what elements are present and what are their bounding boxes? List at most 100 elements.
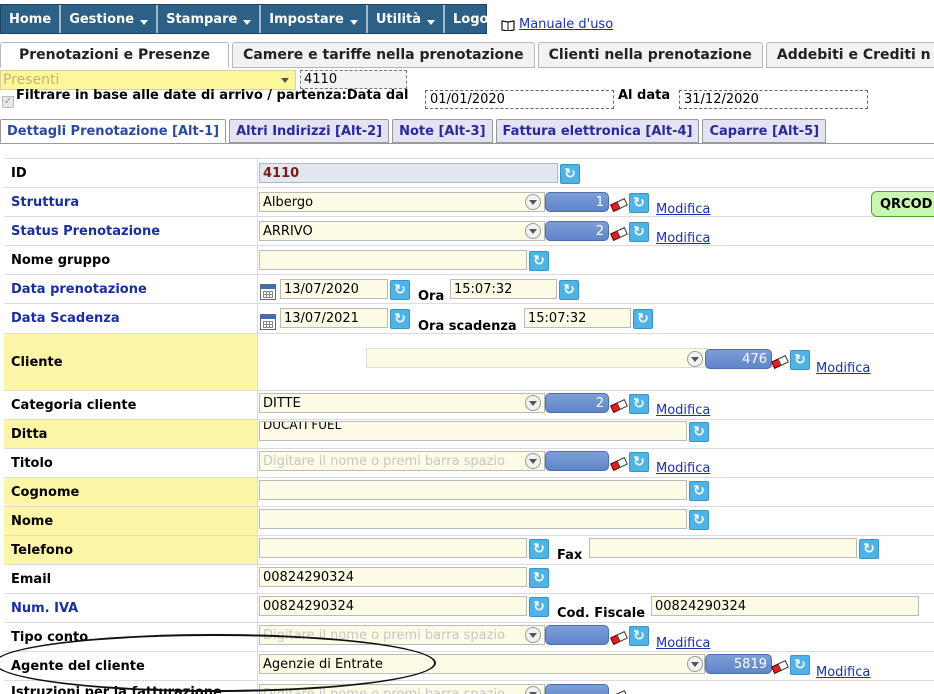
refresh-icon[interactable]: ↻ — [689, 510, 709, 530]
cliente-modify-link[interactable]: Modifica — [816, 361, 870, 376]
eraser-icon[interactable] — [771, 354, 789, 370]
refresh-icon[interactable]: ↻ — [529, 251, 549, 271]
chevron-down-icon[interactable] — [525, 194, 541, 210]
data-scadenza-field[interactable]: 13/07/2021 — [280, 308, 388, 328]
menu-home[interactable]: Home — [1, 5, 62, 33]
refresh-icon[interactable]: ↻ — [790, 350, 810, 370]
ora-field[interactable]: 15:07:32 — [450, 279, 557, 299]
divider — [257, 391, 258, 419]
tab-note[interactable]: Note [Alt-3] — [392, 119, 493, 143]
tab-camere-tariffe[interactable]: Camere e tariffe nella prenotazione — [232, 42, 535, 68]
titolo-modify-link[interactable]: Modifica — [656, 461, 710, 476]
status-filter-select[interactable]: Presenti — [0, 70, 296, 90]
refresh-icon[interactable]: ↻ — [633, 309, 653, 329]
manual-link[interactable]: Manuale d'uso — [501, 17, 613, 32]
chevron-down-icon[interactable] — [525, 627, 541, 643]
refresh-icon[interactable]: ↻ — [629, 626, 649, 646]
chevron-down-icon[interactable] — [525, 453, 541, 469]
tab-clienti[interactable]: Clienti nella prenotazione — [537, 42, 763, 68]
ditta-field[interactable]: DUCATI FUEL — [259, 421, 687, 441]
titolo-select[interactable]: Digitare il nome o premi barra spazio — [259, 451, 545, 471]
tab-dettagli[interactable]: Dettagli Prenotazione [Alt-1] — [0, 119, 227, 143]
chevron-down-icon[interactable] — [687, 656, 703, 672]
eraser-icon[interactable] — [610, 630, 628, 646]
eraser-body — [616, 689, 628, 694]
menu-stampare[interactable]: Stampare — [158, 5, 262, 33]
id-field[interactable]: 4110 — [259, 163, 558, 183]
chevron-down-icon[interactable] — [687, 351, 703, 367]
fax-field[interactable] — [589, 538, 857, 558]
row-struttura: Struttura Albergo 1 ↻ Modifica — [4, 187, 934, 217]
row-cliente: Cliente 476 ↻ Modifica — [4, 333, 934, 390]
refresh-icon[interactable]: ↻ — [629, 394, 649, 414]
tab-fattura-elettronica[interactable]: Fattura elettronica [Alt-4] — [495, 119, 700, 143]
refresh-icon[interactable]: ↻ — [629, 222, 649, 242]
struttura-modify-link[interactable]: Modifica — [656, 202, 710, 217]
status-modify-link[interactable]: Modifica — [656, 231, 710, 246]
istruzioni-select[interactable]: Digitare il nome o premi barra spazio — [259, 684, 545, 694]
menu-utilita[interactable]: Utilità — [368, 5, 446, 33]
calendar-icon[interactable] — [260, 284, 276, 300]
num-iva-field[interactable]: 00824290324 — [259, 596, 527, 616]
divider — [257, 334, 258, 390]
booking-number-field[interactable]: 4110 — [300, 70, 407, 89]
eraser-icon[interactable] — [610, 398, 628, 414]
cod-fiscale-label: Cod. Fiscale — [557, 606, 646, 621]
cognome-field[interactable] — [259, 480, 687, 500]
categoria-select[interactable]: DITTE — [259, 393, 545, 413]
email-field[interactable]: 00824290324 — [259, 567, 527, 587]
tipo-conto-modify-link[interactable]: Modifica — [656, 636, 710, 651]
tipo-conto-select[interactable]: Digitare il nome o premi barra spazio — [259, 625, 545, 645]
refresh-icon[interactable]: ↻ — [629, 452, 649, 472]
cod-fiscale-field[interactable]: 00824290324 — [651, 596, 919, 616]
refresh-icon[interactable]: ↻ — [629, 193, 649, 213]
refresh-icon[interactable]: ↻ — [529, 539, 549, 559]
chevron-down-icon[interactable] — [525, 223, 541, 239]
ora-scadenza-field[interactable]: 15:07:32 — [524, 308, 631, 328]
refresh-icon[interactable]: ↻ — [560, 164, 580, 184]
eraser-icon[interactable] — [771, 659, 789, 675]
eraser-icon[interactable] — [610, 689, 628, 694]
date-to-field[interactable]: 31/12/2020 — [679, 90, 868, 109]
ora-scadenza-label: Ora scadenza — [418, 319, 517, 334]
divider — [257, 159, 258, 187]
qrcode-button[interactable]: QRCOD — [871, 191, 934, 217]
refresh-icon[interactable]: ↻ — [689, 481, 709, 501]
manual-link-label: Manuale d'uso — [519, 17, 614, 32]
cliente-select[interactable] — [366, 348, 708, 368]
refresh-icon[interactable]: ↻ — [859, 539, 879, 559]
menu-gestione[interactable]: Gestione — [61, 5, 159, 33]
refresh-icon[interactable]: ↻ — [390, 309, 410, 329]
struttura-label: Struttura — [11, 194, 80, 210]
nome-label: Nome — [4, 507, 257, 535]
eraser-icon[interactable] — [610, 197, 628, 213]
chevron-down-icon — [349, 19, 358, 25]
refresh-icon[interactable]: ↻ — [689, 422, 709, 442]
date-filter-checkbox[interactable]: ✓ — [2, 96, 14, 108]
eraser-icon[interactable] — [610, 456, 628, 472]
refresh-icon[interactable]: ↻ — [529, 597, 549, 617]
eraser-icon[interactable] — [610, 226, 628, 242]
agente-modify-link[interactable]: Modifica — [816, 665, 870, 680]
tab-caparre[interactable]: Caparre [Alt-5] — [702, 119, 827, 143]
struttura-select[interactable]: Albergo — [259, 192, 545, 212]
status-select[interactable]: ARRIVO — [259, 221, 545, 241]
date-from-field[interactable]: 01/01/2020 — [425, 90, 614, 109]
menu-impostare[interactable]: Impostare — [261, 5, 368, 33]
tab-prenotazioni[interactable]: Prenotazioni e Presenze — [0, 42, 230, 68]
refresh-icon[interactable]: ↻ — [390, 280, 410, 300]
chevron-down-icon[interactable] — [525, 395, 541, 411]
refresh-icon[interactable]: ↻ — [529, 568, 549, 588]
nome-gruppo-field[interactable] — [259, 250, 527, 270]
nome-field[interactable] — [259, 509, 687, 529]
refresh-icon[interactable]: ↻ — [559, 280, 579, 300]
refresh-icon[interactable]: ↻ — [790, 655, 810, 675]
tab-altri-indirizzi[interactable]: Altri Indirizzi [Alt-2] — [229, 119, 390, 143]
calendar-icon[interactable] — [260, 314, 276, 330]
categoria-modify-link[interactable]: Modifica — [656, 403, 710, 418]
detail-tabs: Dettagli Prenotazione [Alt-1] Altri Indi… — [0, 119, 829, 143]
telefono-field[interactable] — [259, 538, 527, 558]
data-prenotazione-field[interactable]: 13/07/2020 — [280, 279, 388, 299]
tab-addebiti[interactable]: Addebiti e Crediti n — [765, 42, 934, 68]
agente-select[interactable]: Agenzie di Entrate — [259, 654, 705, 674]
